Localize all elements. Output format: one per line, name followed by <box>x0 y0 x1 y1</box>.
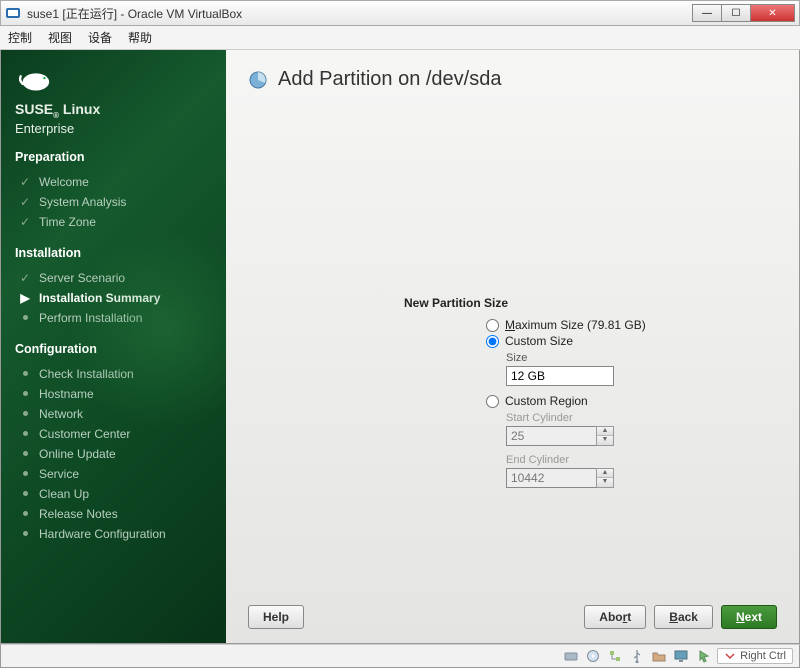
brand-suse: SUSE <box>15 101 53 117</box>
suse-logo <box>15 66 212 96</box>
radio-custom-size[interactable]: Custom Size <box>486 334 646 348</box>
bullet-icon <box>19 315 31 320</box>
minimize-button[interactable]: — <box>692 4 722 22</box>
installer-sidebar: SUSE® Linux Enterprise Preparation ✓Welc… <box>1 50 226 643</box>
bullet-icon <box>19 531 31 536</box>
spin-up-icon: ▲ <box>597 469 613 478</box>
menu-help[interactable]: 帮助 <box>128 29 152 46</box>
step-system-analysis: ✓System Analysis <box>15 192 212 212</box>
start-cylinder-field: Start Cylinder ▲▼ <box>506 412 646 446</box>
radio-max-size-input[interactable] <box>486 319 499 332</box>
maximize-button[interactable]: ☐ <box>721 4 751 22</box>
bullet-icon <box>19 391 31 396</box>
check-icon: ✓ <box>19 175 31 189</box>
vm-statusbar: Right Ctrl <box>0 644 800 668</box>
step-check-installation: Check Installation <box>15 364 212 384</box>
step-perform-installation: Perform Installation <box>15 308 212 328</box>
group-label: New Partition Size <box>404 296 646 310</box>
end-cylinder-input <box>506 468 596 488</box>
bullet-icon <box>19 471 31 476</box>
spinner-buttons: ▲▼ <box>596 468 614 488</box>
menu-view[interactable]: 视图 <box>48 29 72 46</box>
step-installation-summary: ▶Installation Summary <box>15 288 212 308</box>
spin-down-icon: ▼ <box>597 436 613 445</box>
hdd-icon[interactable] <box>563 648 579 664</box>
disc-icon[interactable] <box>585 648 601 664</box>
step-online-update: Online Update <box>15 444 212 464</box>
start-cylinder-label: Start Cylinder <box>506 412 646 424</box>
radio-custom-region[interactable]: Custom Region <box>486 394 646 408</box>
start-cylinder-input <box>506 426 596 446</box>
check-icon: ✓ <box>19 195 31 209</box>
mouse-capture-icon[interactable] <box>695 648 711 664</box>
radio-max-size-label: Maximum Size (79.81 GB) <box>505 318 646 332</box>
next-button[interactable]: Next <box>721 605 777 629</box>
abort-button[interactable]: Abort <box>584 605 646 629</box>
arrow-right-icon: ▶ <box>19 291 31 305</box>
brand-linux: Linux <box>63 101 100 117</box>
page-title-text: Add Partition on /dev/sda <box>278 68 501 91</box>
button-bar: Help Abort Back Next <box>248 605 777 629</box>
vm-menubar: 控制 视图 设备 帮助 <box>0 26 800 50</box>
radio-max-size[interactable]: Maximum Size (79.81 GB) <box>486 318 646 332</box>
step-hostname: Hostname <box>15 384 212 404</box>
stage-installation: Installation <box>15 246 212 260</box>
step-time-zone: ✓Time Zone <box>15 212 212 232</box>
spin-down-icon: ▼ <box>597 478 613 487</box>
display-icon[interactable] <box>673 648 689 664</box>
step-release-notes: Release Notes <box>15 504 212 524</box>
check-icon: ✓ <box>19 271 31 285</box>
radio-custom-size-label: Custom Size <box>505 334 573 348</box>
back-button[interactable]: Back <box>654 605 713 629</box>
step-clean-up: Clean Up <box>15 484 212 504</box>
usb-icon[interactable] <box>629 648 645 664</box>
window-buttons: — ☐ ✕ <box>693 4 795 22</box>
host-key-label: Right Ctrl <box>740 650 786 662</box>
radio-custom-region-input[interactable] <box>486 395 499 408</box>
bullet-icon <box>19 371 31 376</box>
virtualbox-icon <box>5 5 21 21</box>
close-button[interactable]: ✕ <box>750 4 795 22</box>
bullet-icon <box>19 451 31 456</box>
step-welcome: ✓Welcome <box>15 172 212 192</box>
host-key-indicator[interactable]: Right Ctrl <box>717 648 793 664</box>
menu-devices[interactable]: 设备 <box>88 29 112 46</box>
window-title: suse1 [正在运行] - Oracle VM VirtualBox <box>27 5 693 22</box>
page-title: Add Partition on /dev/sda <box>248 68 777 91</box>
bullet-icon <box>19 491 31 496</box>
spinner-buttons: ▲▼ <box>596 426 614 446</box>
partition-size-form: New Partition Size Maximum Size (79.81 G… <box>486 296 646 496</box>
radio-custom-size-input[interactable] <box>486 335 499 348</box>
step-customer-center: Customer Center <box>15 424 212 444</box>
chameleon-icon <box>15 66 53 96</box>
step-server-scenario: ✓Server Scenario <box>15 268 212 288</box>
spin-up-icon: ▲ <box>597 427 613 436</box>
bullet-icon <box>19 411 31 416</box>
brand-text: SUSE® Linux Enterprise <box>15 102 212 136</box>
network-icon[interactable] <box>607 648 623 664</box>
brand-enterprise: Enterprise <box>15 121 74 136</box>
size-label: Size <box>506 352 646 364</box>
radio-custom-region-label: Custom Region <box>505 394 588 408</box>
stage-configuration: Configuration <box>15 342 212 356</box>
installer-main: Add Partition on /dev/sda New Partition … <box>226 50 799 643</box>
step-hardware-config: Hardware Configuration <box>15 524 212 544</box>
bullet-icon <box>19 431 31 436</box>
vm-content: SUSE® Linux Enterprise Preparation ✓Welc… <box>0 50 800 644</box>
window-titlebar: suse1 [正在运行] - Oracle VM VirtualBox — ☐ … <box>0 0 800 26</box>
end-cylinder-field: End Cylinder ▲▼ <box>506 454 646 488</box>
key-down-icon <box>724 650 736 662</box>
step-service: Service <box>15 464 212 484</box>
help-button[interactable]: Help <box>248 605 304 629</box>
check-icon: ✓ <box>19 215 31 229</box>
end-cylinder-label: End Cylinder <box>506 454 646 466</box>
size-field: Size <box>506 352 646 386</box>
shared-folder-icon[interactable] <box>651 648 667 664</box>
step-network: Network <box>15 404 212 424</box>
size-input[interactable] <box>506 366 614 386</box>
stage-preparation: Preparation <box>15 150 212 164</box>
menu-control[interactable]: 控制 <box>8 29 32 46</box>
partition-icon <box>248 70 268 90</box>
bullet-icon <box>19 511 31 516</box>
